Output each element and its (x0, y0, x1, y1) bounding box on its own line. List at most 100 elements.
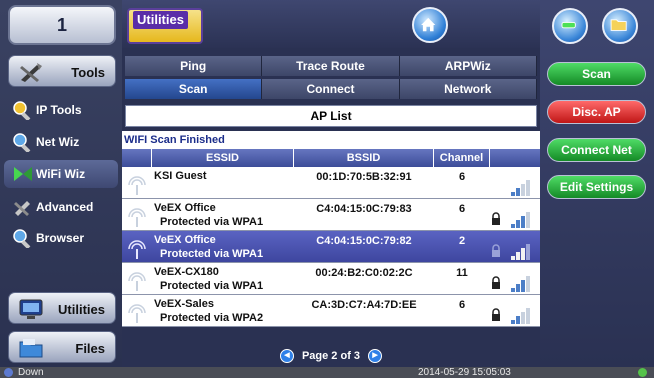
nav-item-net-wiz[interactable]: Net Wiz (0, 128, 122, 156)
scan-status: WIFI Scan Finished (122, 131, 540, 149)
column-header-status (490, 149, 540, 167)
next-page-button[interactable]: ▶ (368, 349, 383, 364)
table-row[interactable]: VeEX Office Protected via WPA1 C4:04:15:… (122, 231, 540, 263)
nav-label: Advanced (36, 200, 94, 214)
signal-strength-icon (511, 212, 530, 228)
left-panel: 1 Tools IP Tools Net Wiz WiFi Wiz Advanc… (0, 0, 122, 367)
power-status-icon (638, 368, 647, 377)
nav-item-ip-tools[interactable]: IP Tools (0, 96, 122, 124)
right-panel: Scan Disc. AP Connect Net Edit Settings (540, 0, 654, 367)
minimize-button[interactable] (552, 8, 588, 44)
column-header-essid[interactable]: ESSID (152, 149, 294, 167)
utilities-button[interactable]: Utilities (8, 292, 116, 324)
net-wiz-icon (13, 133, 31, 152)
files-button[interactable]: Files (8, 331, 116, 363)
nav-item-browser[interactable]: Browser (0, 224, 122, 252)
prev-page-button[interactable]: ◀ (279, 349, 294, 364)
signal-strength-icon (511, 276, 530, 292)
antenna-icon (128, 240, 146, 259)
nav-label: WiFi Wiz (36, 167, 86, 181)
wifi-wiz-icon (14, 167, 32, 181)
essid-cell: VeEX-CX180 (154, 266, 219, 278)
channel-cell: 6 (458, 171, 466, 183)
tab-arpwiz[interactable]: ARPWiz (399, 56, 537, 76)
table-row[interactable]: VeEX-CX180 Protected via WPA1 00:24:B2:C… (122, 263, 540, 295)
folder-icon (610, 19, 627, 31)
advanced-icon (14, 201, 30, 216)
security-cell: Protected via WPA1 (160, 248, 264, 260)
nav-item-advanced[interactable]: Advanced (0, 193, 122, 221)
utilities-title-tab: Utilities (127, 8, 203, 44)
bssid-cell: 00:1D:70:5B:32:91 (316, 171, 412, 183)
connect-net-button[interactable]: Connect Net (547, 138, 646, 162)
column-header-blank (122, 149, 152, 167)
edit-settings-button[interactable]: Edit Settings (547, 175, 646, 199)
channel-cell: 2 (458, 235, 466, 247)
channel-cell: 6 (458, 203, 466, 215)
tab-trace-route[interactable]: Trace Route (262, 56, 400, 76)
lock-icon (492, 212, 500, 225)
browser-icon (13, 229, 31, 248)
lock-icon (492, 276, 500, 289)
app-screen: 1 Tools IP Tools Net Wiz WiFi Wiz Advanc… (0, 0, 654, 378)
tab-network[interactable]: Network (399, 79, 537, 99)
page-indicator: Page 2 of 3 (301, 350, 361, 362)
title-bar: Utilities (122, 0, 540, 48)
antenna-icon (128, 176, 146, 195)
bssid-cell: CA:3D:C7:A4:7D:EE (311, 299, 417, 311)
column-header-channel[interactable]: Channel (434, 149, 490, 167)
link-status-icon (4, 368, 13, 377)
lock-icon (492, 244, 500, 257)
utilities-label: Utilities (58, 302, 105, 317)
tab-connect[interactable]: Connect (262, 79, 400, 99)
ip-tools-icon (13, 101, 31, 120)
tab-row-2: Scan Connect Network (125, 79, 537, 99)
lock-icon (492, 308, 500, 321)
signal-strength-icon (511, 244, 530, 260)
essid-cell: KSI Guest (154, 170, 207, 182)
antenna-icon (128, 304, 146, 323)
nav-label: IP Tools (36, 103, 82, 117)
tab-row-1: Ping Trace Route ARPWiz (125, 56, 537, 76)
disconnect-ap-button[interactable]: Disc. AP (547, 100, 646, 124)
minus-icon (561, 22, 576, 29)
nav-item-wifi-wiz[interactable]: WiFi Wiz (4, 160, 118, 188)
signal-strength-icon (511, 308, 530, 324)
column-header-bssid[interactable]: BSSID (294, 149, 434, 167)
antenna-icon (128, 208, 146, 227)
tools-button[interactable]: Tools (8, 55, 116, 87)
nav-label: Net Wiz (36, 135, 80, 149)
security-cell: Protected via WPA1 (160, 216, 264, 228)
essid-cell: VeEX Office (154, 234, 216, 246)
page-title: Utilities (133, 11, 188, 29)
table-row[interactable]: VeEX-Sales Protected via WPA2 CA:3D:C7:A… (122, 295, 540, 327)
security-cell: Protected via WPA1 (160, 280, 264, 292)
pager: ◀ Page 2 of 3 ▶ (122, 346, 540, 366)
bssid-cell: C4:04:15:0C:79:82 (316, 235, 412, 247)
tab-scan[interactable]: Scan (125, 79, 263, 99)
files-icon (19, 339, 43, 358)
tools-icon (20, 63, 42, 82)
channel-cell: 11 (456, 267, 468, 279)
essid-cell: VeEX-Sales (154, 298, 214, 310)
channel-cell: 6 (458, 299, 466, 311)
tools-label: Tools (71, 65, 105, 80)
scan-button[interactable]: Scan (547, 62, 646, 86)
home-icon (421, 17, 436, 32)
table-row[interactable]: KSI Guest 00:1D:70:5B:32:91 6 (122, 167, 540, 199)
files-label: Files (75, 341, 105, 356)
link-status-text: Down (18, 367, 44, 378)
datetime: 2014-05-29 15:05:03 (418, 367, 511, 378)
antenna-icon (128, 272, 146, 291)
security-cell: Protected via WPA2 (160, 312, 264, 324)
tab-ping[interactable]: Ping (125, 56, 263, 76)
table-row[interactable]: VeEX Office Protected via WPA1 C4:04:15:… (122, 199, 540, 231)
home-button[interactable] (412, 7, 448, 43)
signal-strength-icon (511, 180, 530, 196)
bssid-cell: C4:04:15:0C:79:83 (316, 203, 412, 215)
nav-label: Browser (36, 231, 85, 245)
screenshot-button[interactable] (602, 8, 638, 44)
bssid-cell: 00:24:B2:C0:02:2C (315, 267, 413, 279)
status-strip: Down 2014-05-29 15:05:03 (0, 367, 654, 378)
monitor-icon (19, 299, 43, 319)
